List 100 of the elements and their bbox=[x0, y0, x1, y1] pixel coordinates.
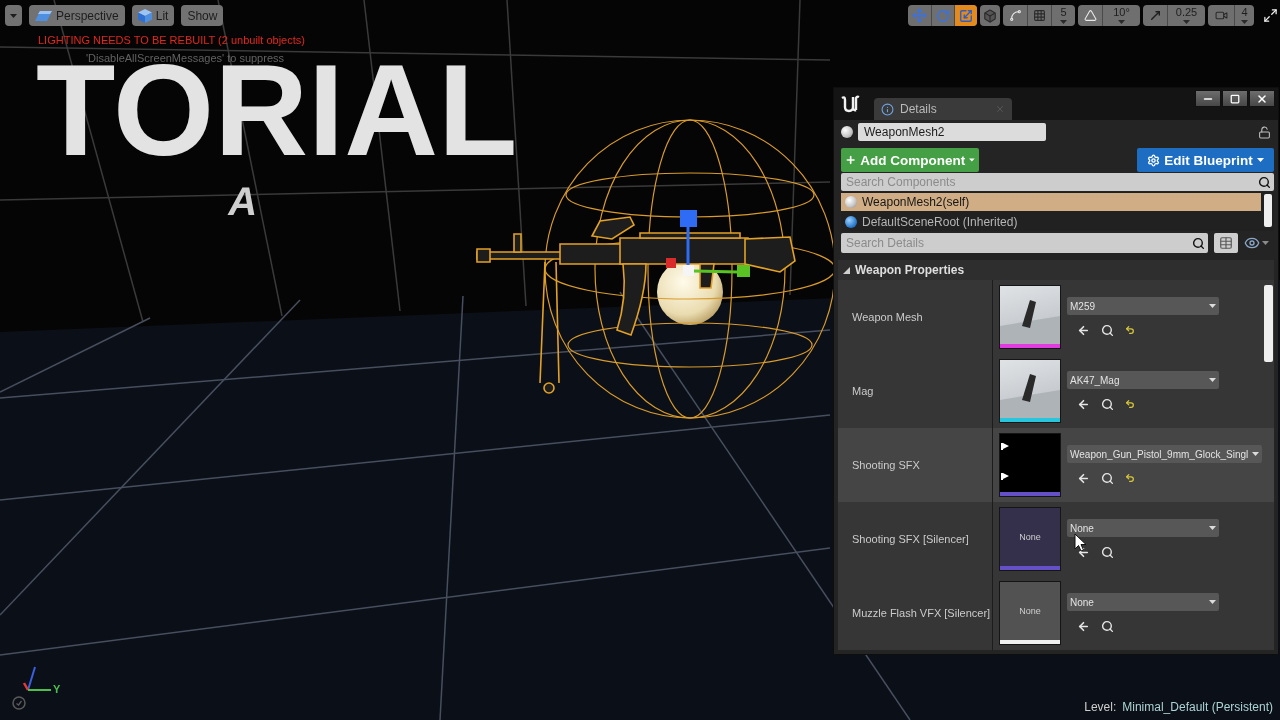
search-icon[interactable] bbox=[1101, 323, 1114, 337]
eye-icon bbox=[1244, 235, 1260, 251]
table-icon bbox=[1219, 236, 1233, 250]
asset-thumbnail[interactable] bbox=[999, 359, 1061, 423]
viewport-menu-button[interactable]: Perspective bbox=[29, 5, 125, 26]
flag-icon bbox=[1001, 443, 1009, 450]
property-label: Weapon Mesh bbox=[852, 311, 923, 323]
edit-blueprint-button[interactable]: Edit Blueprint bbox=[1137, 148, 1274, 172]
arrow-left-icon[interactable] bbox=[1077, 471, 1090, 485]
caret-icon bbox=[969, 158, 975, 162]
diagonal-arrow-icon bbox=[1148, 9, 1162, 22]
thumbnail-text: None bbox=[1019, 532, 1041, 542]
property-label: Mag bbox=[852, 385, 874, 397]
category-header[interactable]: Weapon Properties bbox=[838, 260, 1274, 280]
close-button[interactable] bbox=[1249, 90, 1275, 107]
viewport-options-button[interactable] bbox=[5, 5, 22, 26]
actor-name-field[interactable]: WeaponMesh2 bbox=[858, 123, 1046, 141]
table-view-button[interactable] bbox=[1214, 233, 1238, 253]
axis-label: Y bbox=[53, 683, 61, 695]
caret-icon bbox=[1209, 526, 1216, 530]
search-icon[interactable] bbox=[1101, 545, 1114, 559]
asset-dropdown[interactable]: M259 bbox=[1067, 297, 1219, 315]
component-label: DefaultSceneRoot (Inherited) bbox=[862, 215, 1018, 229]
scrollbar[interactable] bbox=[1264, 285, 1273, 362]
gear-icon bbox=[1147, 153, 1161, 167]
asset-dropdown[interactable]: Weapon_Gun_Pistol_9mm_Glock_Singl bbox=[1067, 445, 1263, 463]
caret-icon bbox=[1209, 304, 1216, 308]
asset-thumbnail[interactable]: None bbox=[999, 507, 1061, 571]
asset-thumbnail[interactable] bbox=[999, 433, 1061, 497]
caret-icon bbox=[1256, 158, 1264, 162]
level-label: Level: bbox=[1084, 700, 1117, 714]
caret-icon bbox=[1118, 20, 1125, 24]
scrollbar[interactable] bbox=[1264, 194, 1272, 227]
surface-snap-button[interactable] bbox=[980, 5, 1000, 26]
status-circle-icon bbox=[12, 696, 26, 710]
asset-dropdown[interactable]: None bbox=[1067, 593, 1219, 611]
arrow-left-icon[interactable] bbox=[1077, 397, 1090, 411]
caret-icon bbox=[1262, 241, 1269, 245]
lighting-warning: LIGHTING NEEDS TO BE REBUILT (2 unbuilt objects) bbox=[38, 34, 305, 46]
add-component-button[interactable]: Add Component bbox=[841, 148, 979, 172]
thumbnail-text: None bbox=[1019, 606, 1041, 616]
property-label: Shooting SFX bbox=[852, 459, 920, 471]
plus-icon bbox=[845, 153, 857, 167]
sphere-icon bbox=[845, 196, 857, 208]
reset-icon[interactable] bbox=[1125, 399, 1135, 409]
search-icon[interactable] bbox=[1101, 619, 1114, 633]
angle-icon bbox=[1083, 9, 1097, 22]
search-icon[interactable] bbox=[1101, 471, 1114, 485]
component-item[interactable]: WeaponMesh2(self) bbox=[841, 193, 1261, 211]
camera-icon bbox=[1214, 9, 1228, 22]
property-label: Shooting SFX [Silencer] bbox=[852, 533, 969, 545]
lock-icon[interactable] bbox=[1258, 125, 1271, 139]
close-icon bbox=[1256, 92, 1268, 105]
transform-tool-button[interactable] bbox=[954, 5, 977, 26]
search-icon bbox=[1258, 175, 1271, 189]
translate-icon bbox=[912, 8, 927, 23]
arrow-left-icon[interactable] bbox=[1077, 619, 1090, 633]
minimize-button[interactable] bbox=[1195, 90, 1221, 107]
arrow-left-icon[interactable] bbox=[1077, 323, 1090, 337]
reset-icon[interactable] bbox=[1125, 325, 1135, 335]
component-item[interactable]: DefaultSceneRoot (Inherited) bbox=[841, 213, 1261, 231]
component-label: WeaponMesh2(self) bbox=[862, 195, 970, 209]
perspective-icon bbox=[35, 9, 52, 22]
property-label: Muzzle Flash VFX [Silencer] bbox=[852, 607, 991, 619]
search-icon[interactable] bbox=[1101, 397, 1114, 411]
caret-icon bbox=[1209, 378, 1216, 382]
details-tab[interactable]: Details bbox=[874, 98, 1012, 120]
axis-gizmo-icon bbox=[22, 664, 52, 694]
engine-logo-icon bbox=[840, 94, 860, 114]
sphere-icon bbox=[845, 216, 857, 228]
mouse-cursor-icon bbox=[1074, 533, 1087, 552]
caret-icon bbox=[10, 13, 17, 18]
transform-gizmo[interactable] bbox=[666, 210, 750, 277]
scene-text: A bbox=[226, 186, 261, 216]
caret-icon bbox=[1241, 20, 1248, 24]
sphere-icon bbox=[841, 126, 853, 138]
suppress-hint: 'DisableAllScreenMessages' to suppress bbox=[86, 52, 285, 64]
level-name: Minimal_Default (Persistent) bbox=[1122, 700, 1273, 714]
asset-dropdown[interactable]: AK47_Mag bbox=[1067, 371, 1219, 389]
asset-thumbnail[interactable]: None bbox=[999, 581, 1061, 645]
flag-icon bbox=[1001, 473, 1009, 480]
grid-icon bbox=[1033, 9, 1046, 22]
maximize-button[interactable] bbox=[1222, 90, 1248, 107]
asset-dropdown[interactable]: None bbox=[1067, 519, 1219, 537]
viewport-menu-button[interactable]: Lit bbox=[131, 5, 175, 26]
asset-thumbnail[interactable] bbox=[999, 285, 1061, 349]
reset-icon[interactable] bbox=[1125, 473, 1135, 483]
search-icon bbox=[1192, 236, 1205, 250]
caret-icon bbox=[1183, 20, 1190, 24]
caret-icon bbox=[1060, 20, 1067, 24]
curve-icon bbox=[1008, 9, 1022, 22]
rotate-icon bbox=[936, 8, 950, 23]
cube-icon bbox=[137, 8, 152, 23]
maximize-icon[interactable] bbox=[1263, 8, 1278, 23]
info-icon bbox=[881, 102, 894, 116]
caret-icon bbox=[1209, 600, 1216, 604]
scale-icon bbox=[959, 8, 973, 23]
box-icon bbox=[983, 8, 997, 23]
viewport-menu-button[interactable]: Show bbox=[181, 5, 224, 26]
maximize-window-icon bbox=[1230, 93, 1240, 104]
